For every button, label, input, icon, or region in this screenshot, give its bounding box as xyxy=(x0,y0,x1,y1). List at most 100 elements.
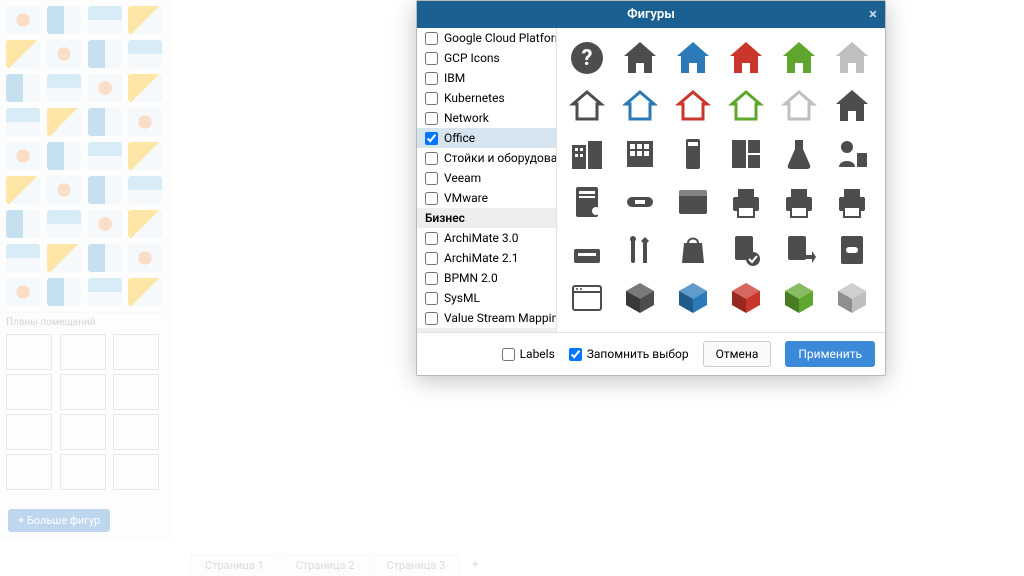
page-tab[interactable]: Страница 1 xyxy=(190,554,279,576)
page-tab[interactable]: Страница 2 xyxy=(281,554,370,576)
cube-icon[interactable] xyxy=(618,278,662,318)
labels-checkbox-input[interactable] xyxy=(502,348,515,361)
labels-checkbox-label: Labels xyxy=(520,347,555,361)
cube-icon[interactable] xyxy=(830,278,874,318)
printer-icon[interactable] xyxy=(777,182,821,222)
category-checkbox[interactable] xyxy=(425,112,438,125)
apply-button[interactable]: Применить xyxy=(785,341,875,367)
house-icon[interactable] xyxy=(777,38,821,78)
printer-icon[interactable] xyxy=(724,182,768,222)
shapes-sidebar: Планы помещений + Больше фигур xyxy=(0,0,170,540)
buildings-icon[interactable] xyxy=(565,134,609,174)
category-item[interactable]: ArchiMate 3.0 xyxy=(417,228,556,248)
category-label: ArchiMate 2.1 xyxy=(444,251,519,265)
house-outline-icon[interactable] xyxy=(724,86,768,126)
house-outline-icon[interactable] xyxy=(565,86,609,126)
help-circle-icon[interactable] xyxy=(565,38,609,78)
category-checkbox[interactable] xyxy=(425,152,438,165)
category-checkbox[interactable] xyxy=(425,92,438,105)
category-label: Google Cloud Platform xyxy=(444,31,556,45)
cancel-button[interactable]: Отмена xyxy=(703,341,772,367)
category-checkbox[interactable] xyxy=(425,72,438,85)
house-icon[interactable] xyxy=(724,38,768,78)
tray-icon[interactable] xyxy=(565,230,609,270)
remember-checkbox-label: Запомнить выбор xyxy=(587,347,689,361)
shopping-bag-icon[interactable] xyxy=(671,230,715,270)
remember-checkbox[interactable]: Запомнить выбор xyxy=(569,347,689,361)
category-item[interactable]: SysML xyxy=(417,288,556,308)
remember-checkbox-input[interactable] xyxy=(569,348,582,361)
house-outline-icon[interactable] xyxy=(618,86,662,126)
category-label: Network xyxy=(444,111,489,125)
house-icon[interactable] xyxy=(671,38,715,78)
cube-icon[interactable] xyxy=(671,278,715,318)
category-checkbox[interactable] xyxy=(425,272,438,285)
clipboard-key-icon[interactable] xyxy=(565,182,609,222)
shape-preview-grid[interactable] xyxy=(557,28,885,332)
category-checkbox[interactable] xyxy=(425,52,438,65)
category-item[interactable]: IBM xyxy=(417,68,556,88)
category-item[interactable]: Стойки и оборудова... xyxy=(417,148,556,168)
category-checkbox[interactable] xyxy=(425,132,438,145)
house-icon[interactable] xyxy=(618,38,662,78)
category-item[interactable]: VMware xyxy=(417,188,556,208)
house-outline-icon[interactable] xyxy=(671,86,715,126)
house-icon[interactable] xyxy=(830,86,874,126)
category-checkbox[interactable] xyxy=(425,192,438,205)
dialog-footer: Labels Запомнить выбор Отмена Применить xyxy=(417,332,885,375)
more-shapes-button[interactable]: + Больше фигур xyxy=(8,509,110,532)
flask-icon[interactable] xyxy=(777,134,821,174)
cube-icon[interactable] xyxy=(724,278,768,318)
house-icon[interactable] xyxy=(830,38,874,78)
link-icon[interactable] xyxy=(618,182,662,222)
category-checkbox[interactable] xyxy=(425,32,438,45)
category-label: BPMN 2.0 xyxy=(444,271,498,285)
category-checkbox[interactable] xyxy=(425,312,438,325)
category-item[interactable]: Value Stream Mapping xyxy=(417,308,556,328)
layout-icon[interactable] xyxy=(724,134,768,174)
add-page-button[interactable]: + xyxy=(462,554,488,576)
category-item[interactable]: BPMN 2.0 xyxy=(417,268,556,288)
building-grid-icon[interactable] xyxy=(618,134,662,174)
user-book-icon[interactable] xyxy=(830,134,874,174)
category-item[interactable]: Google Cloud Platform xyxy=(417,28,556,48)
category-label: Стойки и оборудова... xyxy=(444,151,556,165)
category-label: VMware xyxy=(444,191,488,205)
category-item[interactable]: Office xyxy=(417,128,556,148)
category-checkbox[interactable] xyxy=(425,172,438,185)
labels-checkbox[interactable]: Labels xyxy=(502,347,555,361)
category-item[interactable]: GCP Icons xyxy=(417,48,556,68)
house-outline-icon[interactable] xyxy=(777,86,821,126)
category-checkbox[interactable] xyxy=(425,292,438,305)
category-label: ArchiMate 3.0 xyxy=(444,231,519,245)
shapes-dialog: Фигуры × Google Cloud Platform GCP Icons I… xyxy=(416,0,886,376)
dialog-title: Фигуры × xyxy=(417,1,885,28)
category-item[interactable]: Kubernetes xyxy=(417,88,556,108)
doc-check-icon[interactable] xyxy=(724,230,768,270)
category-label: SysML xyxy=(444,291,480,305)
category-list[interactable]: Google Cloud Platform GCP Icons IBM Kuberne… xyxy=(417,28,557,332)
window-icon[interactable] xyxy=(565,278,609,318)
sidebar-section-floorplan: Планы помещений xyxy=(4,312,165,332)
doc-arrow-icon[interactable] xyxy=(777,230,821,270)
cube-icon[interactable] xyxy=(777,278,821,318)
category-item[interactable]: ArchiMate 2.1 xyxy=(417,248,556,268)
category-label: Value Stream Mapping xyxy=(444,311,556,325)
doc-link-icon[interactable] xyxy=(830,230,874,270)
tools-icon[interactable] xyxy=(618,230,662,270)
page-tab[interactable]: Страница 3 xyxy=(371,554,460,576)
category-checkbox[interactable] xyxy=(425,252,438,265)
category-label: Veeam xyxy=(444,171,481,185)
category-label: IBM xyxy=(444,71,465,85)
page-tabs: Страница 1 Страница 2 Страница 3 + xyxy=(190,554,488,576)
category-label: GCP Icons xyxy=(444,51,500,65)
dialog-title-text: Фигуры xyxy=(627,7,675,22)
category-item[interactable]: Network xyxy=(417,108,556,128)
close-icon[interactable]: × xyxy=(869,5,877,23)
server-icon[interactable] xyxy=(671,134,715,174)
category-group-header: Бизнес xyxy=(417,208,556,228)
category-checkbox[interactable] xyxy=(425,232,438,245)
category-item[interactable]: Veeam xyxy=(417,168,556,188)
printer-mail-icon[interactable] xyxy=(830,182,874,222)
window-tabs-icon[interactable] xyxy=(671,182,715,222)
